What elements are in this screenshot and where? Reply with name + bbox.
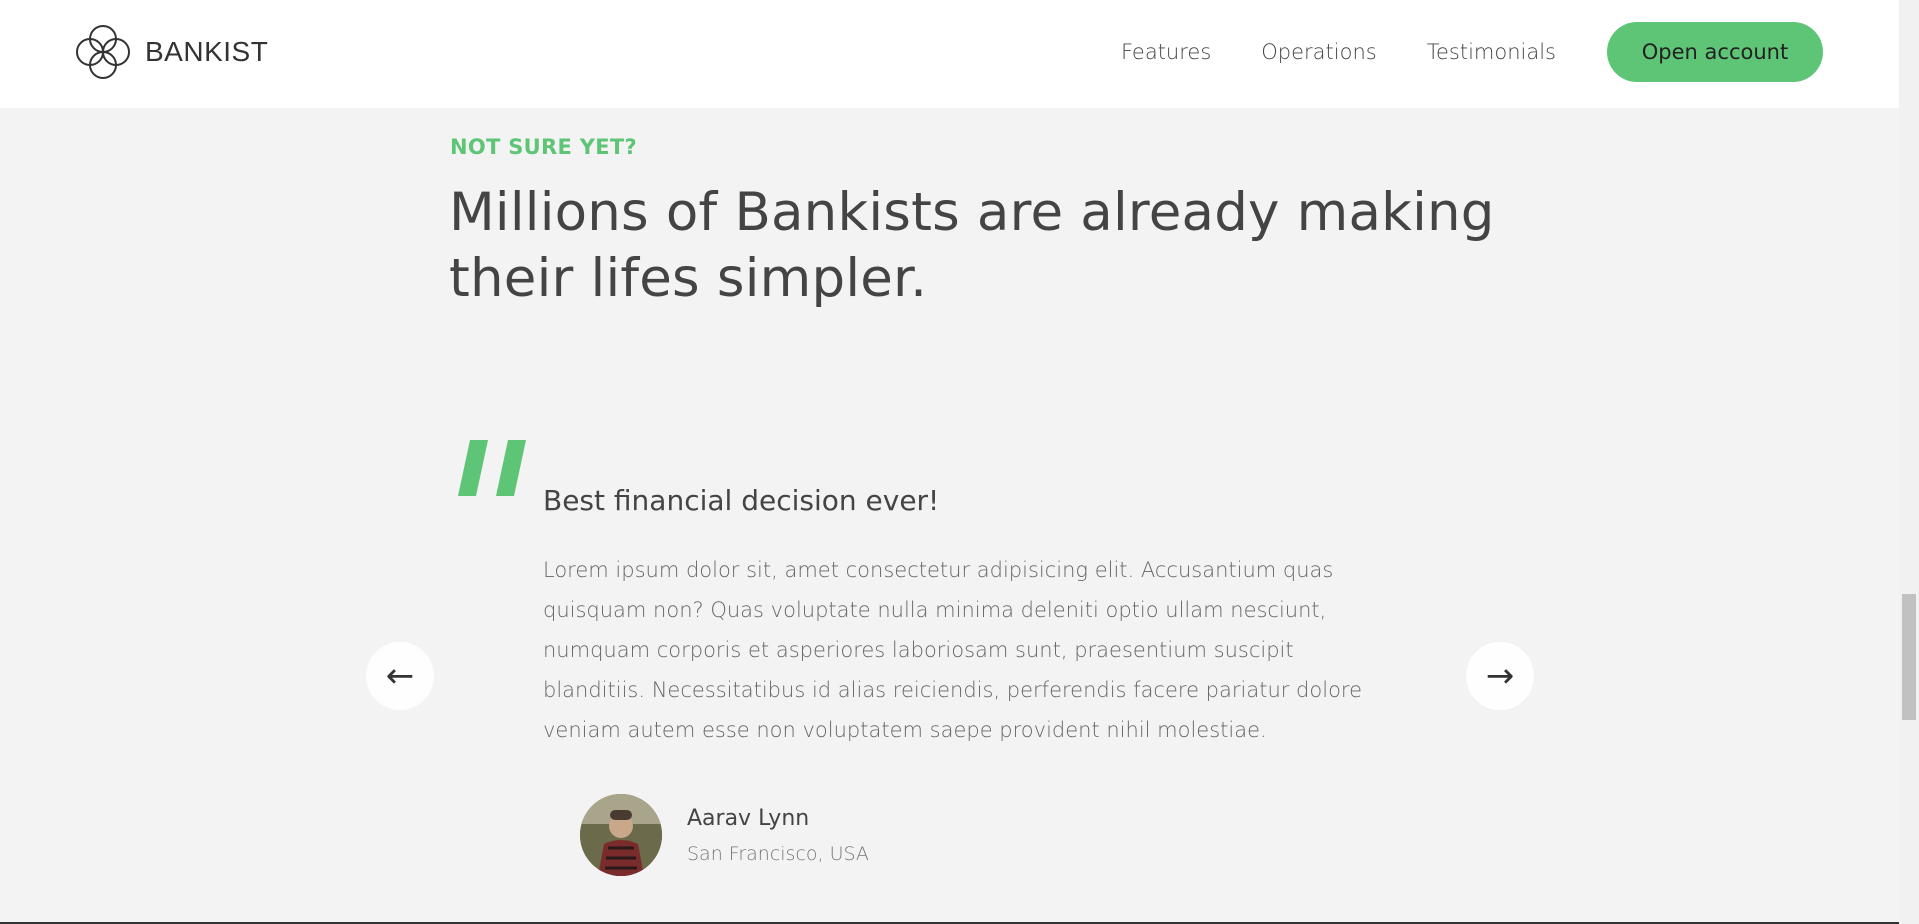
testimonial-title: Best financial decision ever! — [543, 484, 940, 517]
author-location: San Francisco, USA — [687, 842, 869, 865]
logo[interactable]: BANKIST — [73, 22, 268, 82]
section-heading: Millions of Bankists are already making … — [449, 182, 1495, 309]
author-info: Aarav Lynn San Francisco, USA — [687, 806, 869, 865]
testimonial-author: Aarav Lynn San Francisco, USA — [580, 794, 869, 876]
quote-icon — [458, 440, 526, 496]
nav-link-testimonials[interactable]: Testimonials — [1427, 40, 1556, 64]
slider-next-button[interactable]: → — [1466, 642, 1534, 710]
scrollbar[interactable] — [1899, 0, 1919, 924]
logo-text: BANKIST — [145, 36, 269, 67]
top-navigation: BANKIST Features Operations Testimonials… — [0, 0, 1899, 108]
author-avatar — [580, 794, 662, 876]
open-account-button[interactable]: Open account — [1607, 22, 1823, 82]
scrollbar-thumb[interactable] — [1902, 594, 1916, 720]
bankist-logo-icon — [76, 25, 130, 79]
section-subheading: NOT SURE YET? — [450, 135, 638, 159]
testimonial-text: Lorem ipsum dolor sit, amet consectetur … — [543, 558, 1363, 742]
nav-link-features[interactable]: Features — [1121, 40, 1211, 64]
nav-links: Features Operations Testimonials Open ac… — [1121, 22, 1899, 82]
author-name: Aarav Lynn — [687, 805, 810, 831]
avatar-image — [580, 794, 662, 876]
nav-link-operations[interactable]: Operations — [1261, 40, 1376, 64]
slider-prev-button[interactable]: ← — [366, 642, 434, 710]
